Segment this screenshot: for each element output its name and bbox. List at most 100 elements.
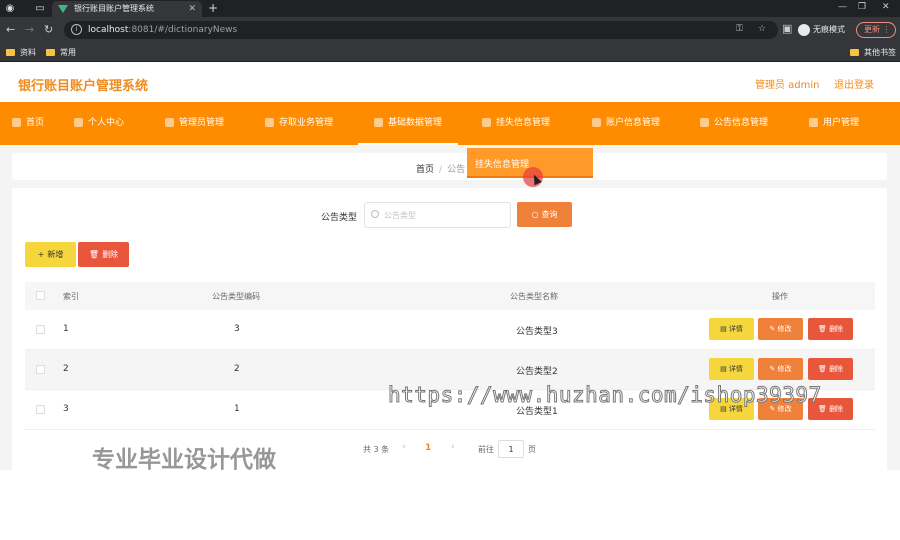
home-icon <box>12 118 21 127</box>
pagination-total: 共 3 条 <box>363 445 390 454</box>
pagination-page[interactable]: 1 <box>425 443 431 453</box>
menu-item-account[interactable]: 账户信息管理 <box>592 102 660 145</box>
sidepanel-icon[interactable]: ▣ <box>782 22 792 36</box>
menu-label: 个人中心 <box>88 118 125 128</box>
row-checkbox[interactable] <box>36 365 45 374</box>
update-label: 更新 <box>864 25 880 34</box>
menu-item-loss-report[interactable]: 挂失信息管理 <box>482 102 550 145</box>
bookmark-folder[interactable]: 常用 <box>46 47 76 58</box>
app-header: 银行账目账户管理系统 管理员 admin 退出登录 <box>0 62 900 102</box>
bookmark-label: 资料 <box>20 48 36 57</box>
chat-icon <box>809 118 818 127</box>
trash-icon: 🗑 <box>817 325 830 333</box>
other-bookmarks-label: 其他书签 <box>864 48 896 57</box>
select-all-checkbox[interactable] <box>36 291 45 300</box>
breadcrumb-home[interactable]: 首页 <box>416 165 434 175</box>
app-title: 银行账目账户管理系统 <box>18 79 149 94</box>
menu-item-deposit[interactable]: 存取业务管理 <box>265 102 333 145</box>
menu-item-admin[interactable]: 管理员管理 <box>165 102 224 145</box>
folder-icon <box>850 49 859 56</box>
pagination-goto-label: 前往 <box>478 445 494 454</box>
window-close-icon[interactable]: ✕ <box>882 0 890 15</box>
folder-icon <box>46 49 55 56</box>
browser-tab[interactable]: 银行账目账户管理系统 ✕ <box>52 1 202 17</box>
row-checkbox[interactable] <box>36 325 45 334</box>
person-icon <box>482 118 491 127</box>
grid-icon <box>165 118 174 127</box>
bookmark-folder[interactable]: 资料 <box>6 47 36 58</box>
menu-item-profile[interactable]: 个人中心 <box>74 102 124 145</box>
edit-label: 修改 <box>777 325 792 333</box>
close-icon[interactable]: ✕ <box>188 1 196 17</box>
cell-index: 2 <box>63 364 69 374</box>
browser-toolbar: ← → ↻ i localhost:8081/#/dictionaryNews … <box>0 17 900 43</box>
menu-item-home[interactable]: 首页 <box>12 102 44 145</box>
pagination-goto-input[interactable] <box>498 440 524 458</box>
breadcrumb-current: 公告 <box>447 165 466 175</box>
batch-delete-button[interactable]: 🗑 删除 <box>78 242 129 267</box>
cell-index: 1 <box>63 324 69 334</box>
user-icon <box>74 118 83 127</box>
maximize-icon[interactable]: ❐ <box>858 0 866 15</box>
query-button[interactable]: ○ 查询 <box>517 202 572 227</box>
delete-label: 删除 <box>829 365 844 373</box>
search-label: 公告类型 <box>321 213 358 223</box>
menu-label: 用户管理 <box>823 118 860 128</box>
next-page-icon[interactable]: › <box>451 442 455 452</box>
detail-button[interactable]: ▤ 详情 <box>709 358 754 380</box>
row-checkbox[interactable] <box>36 405 45 414</box>
update-button[interactable]: 更新 ⋮ <box>856 22 896 38</box>
pencil-icon: ✎ <box>769 325 778 333</box>
trash-icon: 🗑 <box>88 250 100 259</box>
edit-button[interactable]: ✎ 修改 <box>758 358 803 380</box>
menu-item-basic-data[interactable]: 基础数据管理 <box>358 102 459 145</box>
plus-icon: + <box>37 250 45 259</box>
tab-title: 银行账目账户管理系统 <box>74 4 154 13</box>
forward-icon[interactable]: → <box>25 23 34 37</box>
tab-page-icon[interactable]: ▭ <box>33 2 47 15</box>
search-input[interactable] <box>364 202 511 228</box>
watermark-text: 专业毕业设计代做 <box>92 447 276 473</box>
prev-page-icon[interactable]: ‹ <box>402 442 406 452</box>
cell-index: 3 <box>63 404 69 414</box>
logout-link[interactable]: 退出登录 <box>834 76 874 91</box>
back-icon[interactable]: ← <box>6 23 15 37</box>
site-info-icon[interactable]: i <box>71 24 82 35</box>
delete-button[interactable]: 🗑 删除 <box>808 318 853 340</box>
bookmark-label: 常用 <box>60 48 76 57</box>
detail-button[interactable]: ▤ 详情 <box>709 318 754 340</box>
bookmark-star-icon[interactable]: ☆ <box>758 24 766 34</box>
trash-icon: 🗑 <box>817 365 830 373</box>
url-path: :8081/#/dictionaryNews <box>128 25 238 35</box>
delete-button[interactable]: 🗑 删除 <box>808 358 853 380</box>
reload-icon[interactable]: ↻ <box>44 23 53 37</box>
incognito-icon <box>798 23 810 36</box>
breadcrumb: 首页 / 公告 <box>416 162 465 175</box>
cell-code: 3 <box>234 324 240 334</box>
add-label: 新增 <box>47 250 64 259</box>
vue-logo-icon <box>58 5 68 13</box>
watermark-url: https://www.huzhan.com/ishop39397 <box>388 383 822 408</box>
minimize-icon[interactable]: — <box>838 0 847 15</box>
dropdown-item-loss-report[interactable]: 挂失信息管理 <box>475 157 529 170</box>
table-row: 1 3 公告类型3 ▤ 详情 ✎ 修改 🗑 删除 <box>25 310 875 350</box>
add-button[interactable]: + 新增 <box>25 242 76 267</box>
delete-label: 删除 <box>102 250 119 259</box>
table-header: 索引 公告类型编码 公告类型名称 操作 <box>25 282 875 310</box>
menu-item-users[interactable]: 用户管理 <box>809 102 859 145</box>
detail-label: 详情 <box>728 365 743 373</box>
current-user: 管理员 admin <box>755 80 820 91</box>
address-bar[interactable]: i localhost:8081/#/dictionaryNews ⚿ ☆ <box>64 21 778 39</box>
key-icon[interactable]: ⚿ <box>736 24 743 34</box>
globe-icon[interactable]: ◉ <box>3 2 17 15</box>
edit-button[interactable]: ✎ 修改 <box>758 318 803 340</box>
menu-item-notice[interactable]: 公告信息管理 <box>700 102 768 145</box>
new-tab-icon[interactable]: + <box>208 0 218 17</box>
incognito-indicator[interactable]: 无痕模式 <box>798 23 845 37</box>
menu-label: 首页 <box>26 118 45 128</box>
search-icon: ○ <box>531 210 539 219</box>
other-bookmarks[interactable]: 其他书签 <box>850 47 896 58</box>
column-header-actions: 操作 <box>772 292 788 301</box>
bell-icon <box>700 118 709 127</box>
column-header-index: 索引 <box>63 292 79 301</box>
